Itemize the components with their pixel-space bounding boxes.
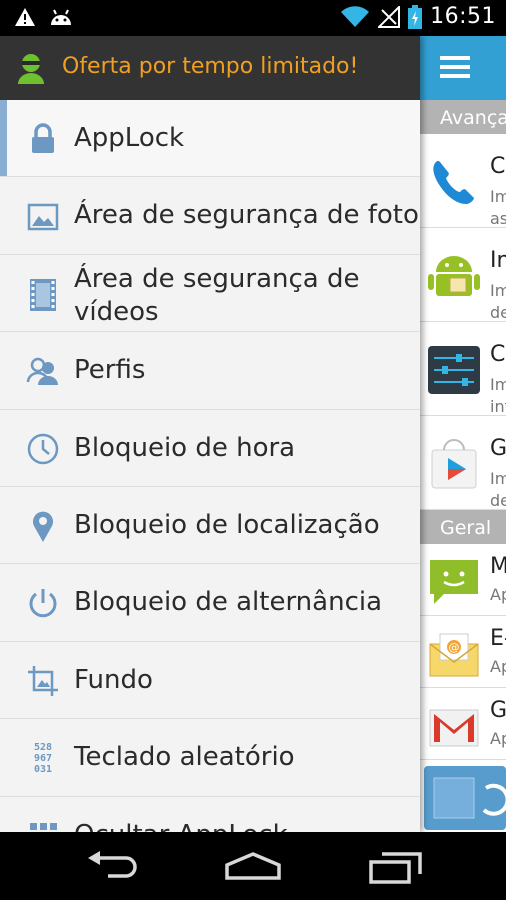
app-title: Go (490, 436, 506, 461)
email-icon: @ (429, 633, 479, 677)
drawer-item-label: Bloqueio de localização (74, 509, 380, 540)
app-title: In (490, 248, 506, 273)
drawer-item-label: Bloqueio de hora (74, 432, 296, 463)
section-header-general: Geral (420, 510, 506, 544)
signal-icon (378, 5, 401, 28)
app-title: E- (490, 626, 506, 651)
battery-charging-icon (408, 4, 423, 29)
photo-icon (27, 204, 59, 231)
avatar-icon (18, 54, 44, 84)
android-installer-icon (428, 256, 480, 296)
section-header-advanced: Avançado (420, 100, 506, 134)
gmail-icon (429, 709, 479, 747)
messaging-icon (430, 560, 478, 604)
keypad-digits-row: 967 (34, 753, 52, 764)
location-pin-icon (33, 511, 53, 542)
navigation-drawer: Oferta por tempo limitado! AppLock Área … (0, 36, 420, 832)
background-action-bar (420, 36, 506, 100)
drawer-item-location-lock[interactable]: Bloqueio de localização (0, 486, 420, 565)
menu-icon[interactable] (440, 54, 470, 80)
floating-refresh-button[interactable] (424, 766, 506, 830)
drawer-item-background[interactable]: Fundo (0, 641, 420, 720)
play-store-icon (431, 439, 477, 489)
promo-text: Oferta por tempo limitado! (62, 54, 359, 79)
drawer-item-label: Fundo (74, 664, 153, 695)
keypad-digits-row: 528 (34, 742, 52, 753)
clock-icon (27, 433, 59, 464)
wifi-icon (341, 5, 370, 27)
settings-sliders-icon (428, 346, 480, 394)
app-row[interactable]: G Ap (420, 688, 506, 760)
recents-icon[interactable] (366, 850, 426, 884)
drawer-item-hide-applock[interactable]: Ocultar AppLock (0, 796, 420, 832)
drawer-item-random-keyboard[interactable]: 528 967 031 Teclado aleatório (0, 719, 420, 797)
drawer-item-applock[interactable]: AppLock (0, 100, 420, 178)
app-title: Co (490, 342, 506, 367)
drawer-item-label: Área de segurança de vídeos (74, 263, 360, 327)
back-icon[interactable] (82, 850, 142, 884)
drawer-item-photo-vault[interactable]: Área de segurança de fotos (0, 177, 420, 255)
app-title: G (490, 698, 506, 723)
warning-icon (15, 8, 35, 26)
app-subtitle: Iminf (490, 375, 506, 416)
lock-icon (32, 123, 54, 153)
app-title: Cl (490, 154, 506, 179)
drawer-item-label: AppLock (74, 123, 185, 153)
app-row[interactable]: Go Imde (420, 416, 506, 510)
app-subtitle: Ap (490, 585, 506, 604)
drawer-item-profiles[interactable]: Perfis (0, 332, 420, 410)
system-nav-bar (0, 832, 506, 900)
power-icon (29, 589, 57, 618)
drawer-item-video-vault[interactable]: Área de segurança de vídeos (0, 254, 420, 333)
keypad-digits-row: 031 (34, 764, 52, 775)
status-bar: 16:51 (0, 0, 506, 36)
app-subtitle: Im de (490, 469, 506, 510)
app-subtitle: Im as (490, 187, 506, 228)
drawer-item-label: Perfis (74, 355, 146, 386)
app-row[interactable]: M Ap (420, 544, 506, 616)
drawer-item-toggle-lock[interactable]: Bloqueio de alternância (0, 564, 420, 642)
drawer-item-time-lock[interactable]: Bloqueio de hora (0, 409, 420, 487)
svg-text:@: @ (449, 641, 460, 654)
drawer-item-label: Ocultar AppLock (74, 819, 420, 832)
crop-icon (28, 665, 58, 696)
app-subtitle: Im de (490, 281, 506, 322)
app-title: M (490, 554, 506, 579)
film-icon (30, 278, 56, 311)
random-keypad-icon: 528 967 031 (34, 742, 52, 775)
background-app-list: Avançado Cl Imas In Imde Co (420, 36, 506, 832)
refresh-icon (433, 777, 506, 819)
app-row[interactable]: @ E- Ap (420, 616, 506, 688)
drawer-item-label: Área de segurança de fotos (74, 200, 420, 231)
drawer-item-label: Teclado aleatório (74, 742, 295, 773)
app-subtitle: Ap (490, 657, 506, 676)
app-row[interactable]: Cl Imas (420, 134, 506, 228)
home-icon[interactable] (223, 850, 283, 884)
app-subtitle: Ap (490, 729, 506, 748)
clock-time: 16:51 (430, 4, 496, 29)
phone-icon (433, 160, 474, 204)
android-icon (51, 9, 71, 25)
grid-icon (30, 822, 57, 830)
app-row[interactable]: In Im de (420, 228, 506, 322)
profiles-icon (26, 357, 58, 386)
promo-banner[interactable]: Oferta por tempo limitado! (0, 36, 420, 100)
app-row[interactable]: Co Iminf (420, 322, 506, 416)
drawer-item-label: Bloqueio de alternância (74, 587, 383, 618)
